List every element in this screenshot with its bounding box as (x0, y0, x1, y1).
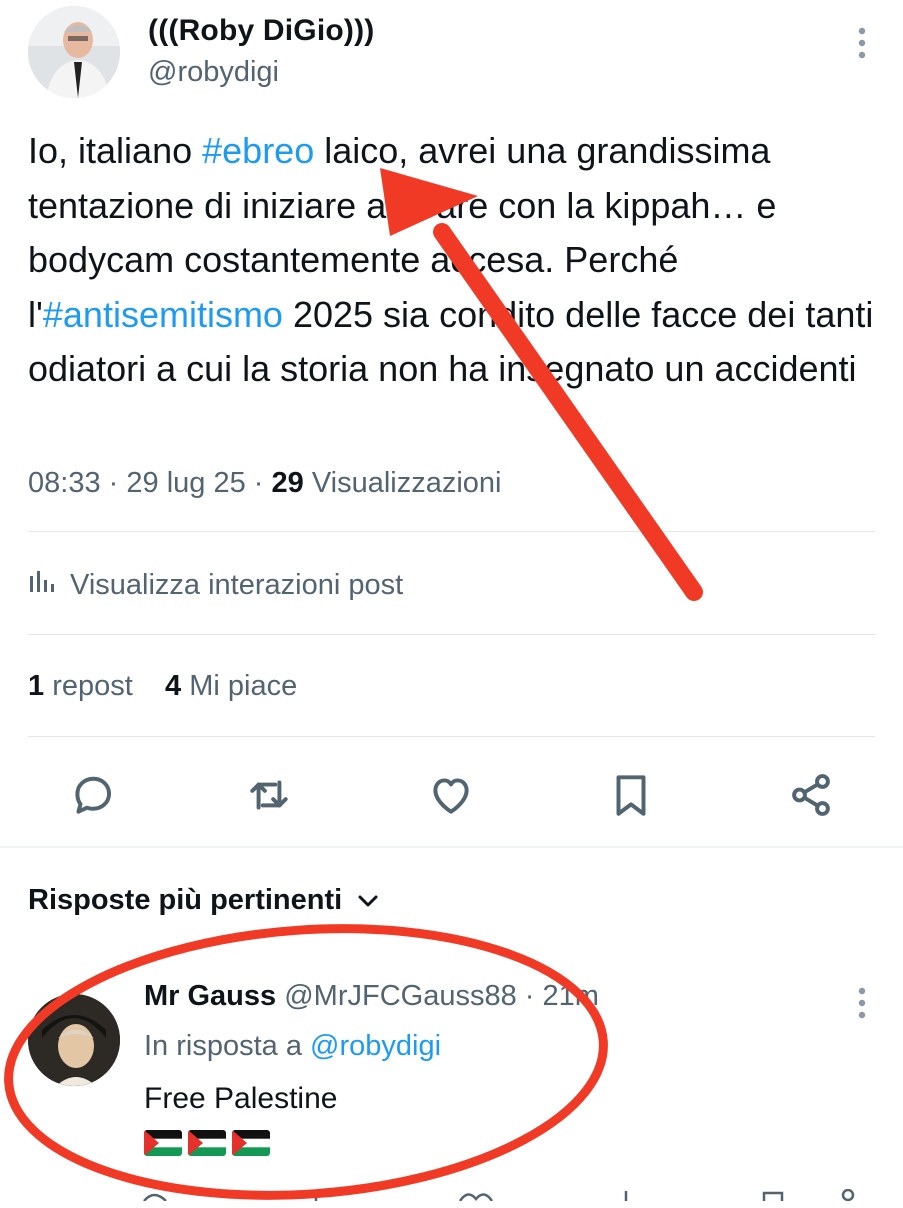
reply-header: Mr Gauss @MrJFCGauss88 · 21m (144, 980, 599, 1013)
analytics-icon (28, 568, 56, 602)
divider (28, 736, 875, 737)
post-time[interactable]: 08:33 (28, 467, 101, 499)
reply-more-options-icon[interactable] (855, 986, 869, 1020)
likes-count[interactable]: 4 (165, 670, 181, 702)
views-label: Visualizzazioni (311, 467, 502, 499)
post-date[interactable]: 29 lug 25 (126, 467, 245, 499)
separator: · (524, 980, 535, 1012)
divider (28, 634, 875, 635)
chevron-down-icon (356, 884, 380, 917)
palestine-flag-icon (188, 1130, 226, 1156)
more-options-icon[interactable] (855, 26, 869, 60)
replies-sort-dropdown[interactable]: Risposte più pertinenti (28, 884, 380, 917)
reply-author-handle[interactable]: @MrJFCGauss88 (284, 980, 516, 1012)
reposts-label[interactable]: repost (52, 670, 133, 702)
views-count: 29 (271, 467, 304, 499)
separator: · (108, 467, 119, 499)
reply-author-avatar[interactable] (28, 994, 120, 1086)
hashtag-ebreo[interactable]: #ebreo (202, 130, 314, 171)
replies-heading: Risposte più pertinenti (28, 884, 343, 916)
hashtag-antisemitismo[interactable]: #antisemitismo (43, 294, 283, 335)
view-post-analytics[interactable]: Visualizza interazioni post (28, 568, 403, 602)
reposts-count[interactable]: 1 (28, 670, 44, 702)
separator: · (253, 467, 264, 499)
author-handle[interactable]: @robydigi (148, 56, 279, 89)
reply-flags (144, 1130, 270, 1156)
post-text: Io, italiano #ebreo laico, avrei una gra… (28, 124, 878, 397)
reply-to-line: In risposta a @robydigi (144, 1030, 441, 1063)
section-divider (0, 846, 903, 848)
post-text-part: Io, italiano (28, 130, 203, 171)
like-icon[interactable] (426, 770, 476, 820)
author-display-name[interactable]: (((Roby DiGio))) (148, 14, 374, 48)
palestine-flag-icon (232, 1130, 270, 1156)
reply-age[interactable]: 21m (543, 980, 599, 1012)
reply-to-label: In risposta a (144, 1030, 302, 1062)
post-meta: 08:33 · 29 lug 25 · 29 Visualizzazioni (28, 467, 502, 500)
likes-label[interactable]: Mi piace (189, 670, 297, 702)
analytics-label: Visualizza interazioni post (70, 568, 404, 601)
reply-author-name[interactable]: Mr Gauss (144, 980, 276, 1012)
share-icon[interactable] (786, 770, 836, 820)
reply-to-handle[interactable]: @robydigi (310, 1030, 441, 1062)
reply-text: Free Palestine (144, 1082, 338, 1115)
author-avatar[interactable] (28, 6, 120, 98)
repost-icon[interactable] (244, 770, 294, 820)
divider (28, 531, 875, 532)
reply-actions-partial (140, 1188, 903, 1208)
palestine-flag-icon (144, 1130, 182, 1156)
post-counts: 1 repost 4 Mi piace (28, 670, 297, 703)
reply-icon[interactable] (68, 770, 118, 820)
bookmark-icon[interactable] (606, 770, 656, 820)
